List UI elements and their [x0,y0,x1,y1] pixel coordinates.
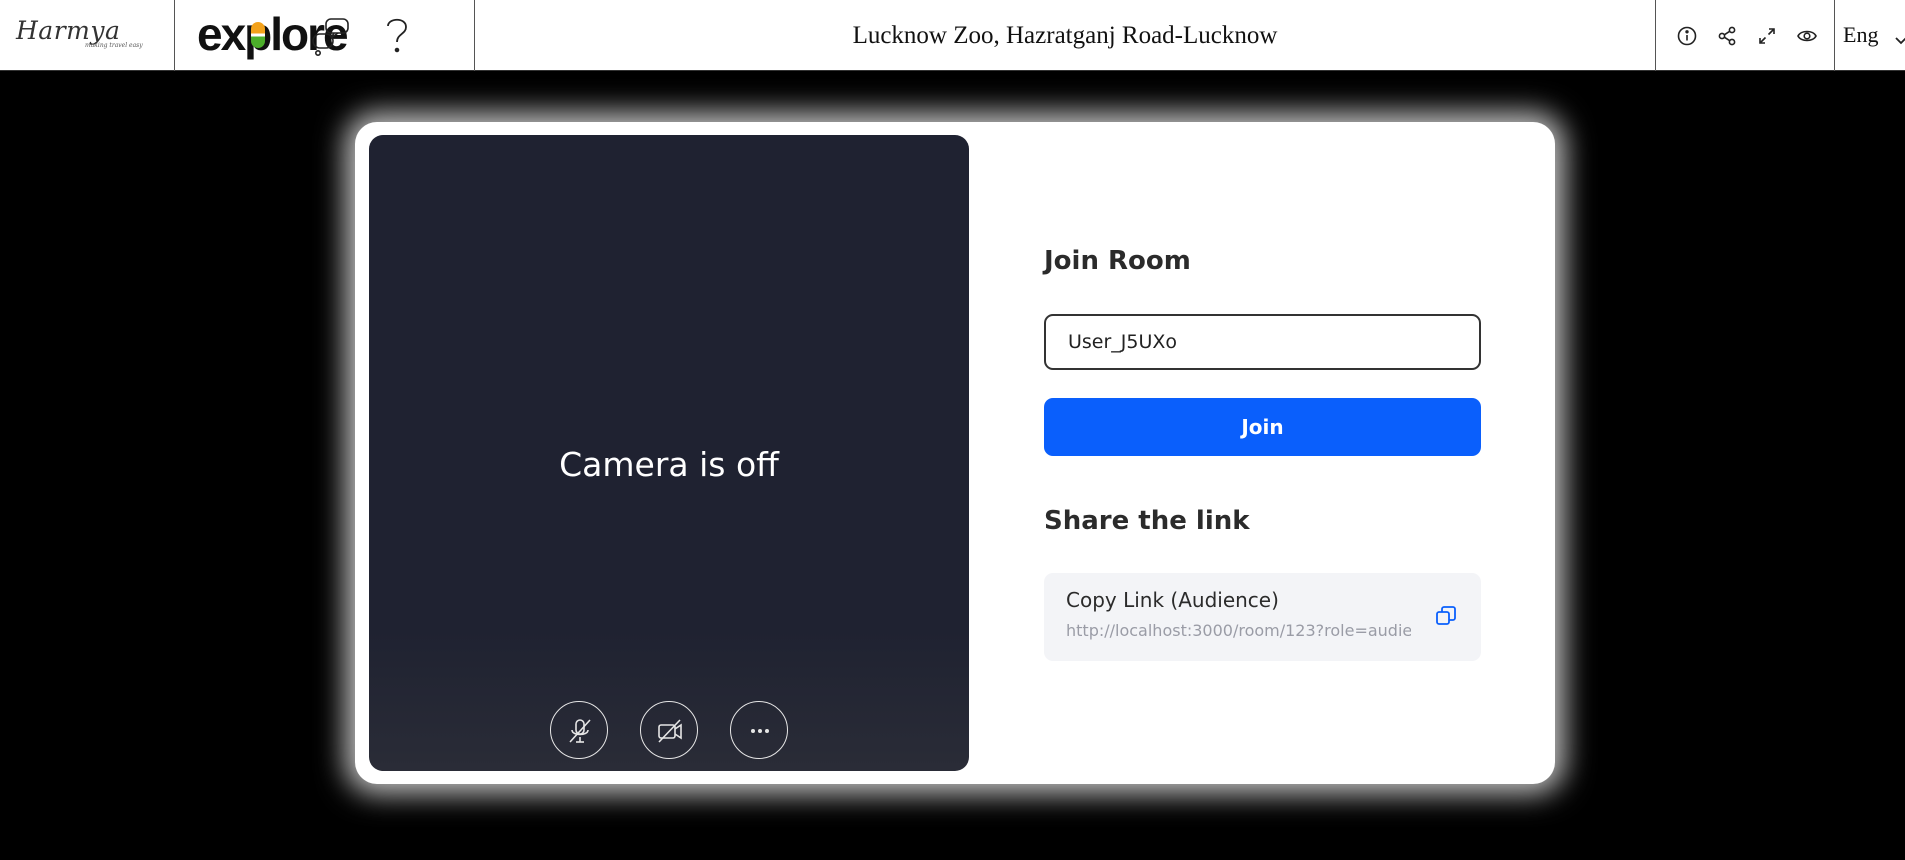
help-icon[interactable] [382,14,412,60]
language-select[interactable]: Eng [1835,0,1905,71]
share-icon[interactable] [1716,25,1738,47]
copy-link-label: Copy Link (Audience) [1066,588,1279,612]
logo-text: Harmya [16,16,121,45]
logo-tagline: making travel easy [85,42,143,49]
brand-logo[interactable]: Harmya making travel easy [0,0,175,71]
copy-icon[interactable] [1434,604,1458,632]
join-button[interactable]: Join [1044,398,1481,456]
language-label: Eng [1843,22,1879,47]
copy-link-box[interactable]: Copy Link (Audience) http://localhost:30… [1044,573,1481,661]
video-preview: Camera is off [369,135,969,771]
page-title: Lucknow Zoo, Hazratganj Road-Lucknow [852,22,1278,49]
join-room-heading: Join Room [1044,246,1191,276]
join-card: Camera is off Join Room User_J5UXo Join … [355,122,1555,784]
explore-logo-mark [251,22,265,48]
name-input[interactable] [1044,314,1481,370]
eye-icon[interactable] [1796,25,1818,47]
share-url: http://localhost:3000/room/123?role=audi… [1066,621,1411,640]
chat-icon[interactable] [310,16,352,60]
camera-toggle-button[interactable] [640,701,698,759]
header-actions [1655,0,1835,71]
mic-toggle-button[interactable] [550,701,608,759]
info-icon[interactable] [1676,25,1698,47]
camera-status: Camera is off [559,445,779,484]
share-heading: Share the link [1044,506,1250,536]
chevron-down-icon [1895,30,1905,49]
more-options-button[interactable] [730,701,788,759]
toolbar-left: explore [175,0,475,71]
expand-icon[interactable] [1756,25,1778,47]
title-area: Lucknow Zoo, Hazratganj Road-Lucknow [475,0,1655,71]
top-bar: Harmya making travel easy explore Luckno… [0,0,1905,71]
